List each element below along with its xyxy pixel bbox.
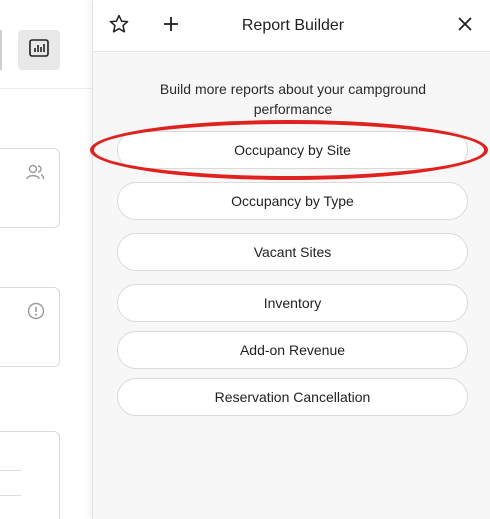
divider (0, 88, 92, 89)
panel-title: Report Builder (241, 17, 345, 34)
reports-toggle-button[interactable] (18, 30, 60, 70)
background-edge (0, 30, 2, 70)
stat-card (0, 287, 60, 367)
report-inventory-button[interactable]: Inventory (117, 284, 468, 322)
close-button[interactable] (451, 12, 479, 40)
stat-card (0, 431, 60, 519)
report-occupancy-by-site-button[interactable]: Occupancy by Site (117, 131, 468, 169)
close-icon (457, 16, 473, 37)
report-add-on-revenue-button[interactable]: Add-on Revenue (117, 331, 468, 369)
intro-text: Build more reports about your campground… (159, 81, 427, 117)
divider (0, 495, 21, 496)
bar-chart-icon (29, 38, 49, 62)
background-app (0, 0, 92, 519)
screen: Report Builder Build more reports about … (0, 0, 490, 519)
report-builder-panel: Report Builder Build more reports about … (90, 0, 490, 519)
report-vacant-sites-button[interactable]: Vacant Sites (117, 233, 468, 271)
favorite-button[interactable] (105, 12, 133, 40)
plus-icon (163, 16, 179, 37)
star-icon (109, 14, 129, 39)
info-circle-icon (27, 302, 45, 325)
divider (0, 470, 21, 471)
add-report-button[interactable] (157, 12, 185, 40)
users-icon (25, 163, 45, 186)
report-reservation-cancellation-button[interactable]: Reservation Cancellation (117, 378, 468, 416)
stat-card (0, 148, 60, 228)
report-occupancy-by-type-button[interactable]: Occupancy by Type (117, 182, 468, 220)
panel-header: Report Builder (93, 0, 490, 52)
